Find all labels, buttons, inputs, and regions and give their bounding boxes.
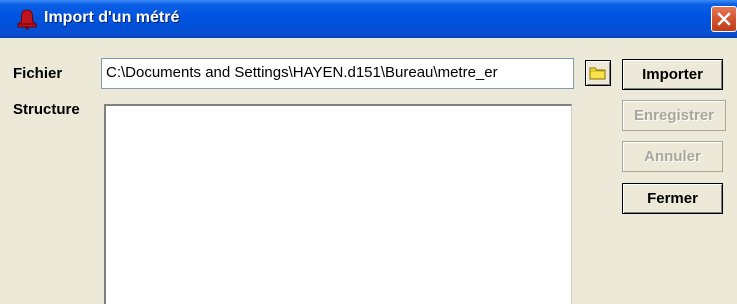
file-label: Fichier <box>13 65 63 82</box>
structure-label: Structure <box>13 101 80 118</box>
save-button[interactable]: Enregistrer <box>622 100 726 131</box>
bell-icon <box>16 8 38 30</box>
browse-button[interactable] <box>585 60 611 86</box>
structure-tree[interactable] <box>104 104 572 304</box>
close-dialog-button[interactable]: Fermer <box>622 183 723 214</box>
import-button[interactable]: Importer <box>622 59 723 90</box>
file-path-field[interactable]: C:\Documents and Settings\HAYEN.d151\Bur… <box>101 58 574 89</box>
close-button[interactable] <box>711 6 737 32</box>
cancel-button[interactable]: Annuler <box>622 141 723 172</box>
import-dialog: Import d'un métré Fichier C:\Documents a… <box>0 0 737 304</box>
close-icon <box>717 12 731 26</box>
title-bar[interactable]: Import d'un métré <box>0 0 737 38</box>
window-title: Import d'un métré <box>44 9 180 26</box>
folder-icon <box>589 67 606 80</box>
